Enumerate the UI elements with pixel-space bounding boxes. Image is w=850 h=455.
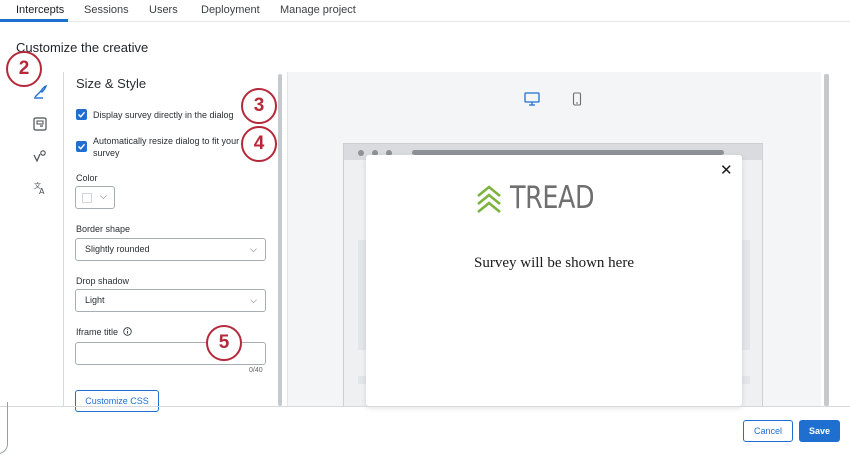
step-marker-4: 4: [241, 126, 277, 162]
iframe-title-label-text: Iframe title: [76, 327, 119, 337]
window-dot: [358, 150, 364, 156]
cancel-button[interactable]: Cancel: [743, 420, 793, 442]
chevron-down-icon: ⌵: [100, 191, 107, 201]
panel-scrollbar[interactable]: [278, 74, 282, 406]
step-marker-2: 2: [6, 51, 42, 87]
survey-dialog: ✕ TREAD Survey will be shown here: [366, 155, 742, 406]
step-marker-3: 3: [241, 88, 277, 124]
tab-users[interactable]: Users: [149, 4, 178, 16]
paintbrush-icon[interactable]: [30, 82, 50, 102]
tab-intercepts[interactable]: Intercepts: [16, 4, 64, 16]
drop-shadow-select[interactable]: Light ⌵: [75, 289, 266, 312]
placeholder-block: [358, 240, 366, 350]
display-in-dialog-label: Display survey directly in the dialog: [93, 110, 234, 120]
panel-title: Size & Style: [76, 76, 147, 91]
drop-shadow-label: Drop shadow: [76, 276, 130, 286]
mobile-icon[interactable]: [572, 92, 582, 111]
save-button[interactable]: Save: [799, 420, 840, 442]
translate-icon[interactable]: 文A: [30, 178, 50, 198]
svg-text:A: A: [39, 187, 45, 196]
tab-manage-project[interactable]: Manage project: [280, 4, 356, 16]
color-label: Color: [76, 173, 98, 183]
page-title: Customize the creative: [16, 40, 149, 55]
tab-sessions[interactable]: Sessions: [84, 4, 129, 16]
tab-deployment[interactable]: Deployment: [201, 4, 260, 16]
iframe-title-label: Iframe title: [76, 327, 132, 337]
logo-text: TREAD: [510, 180, 595, 216]
step-marker-5: 5: [206, 325, 242, 361]
border-shape-label: Border shape: [76, 224, 131, 234]
character-counter: 0/40: [249, 367, 263, 374]
auto-resize-label: Automatically resize dialog to fit your …: [93, 136, 240, 158]
customize-css-button[interactable]: Customize CSS: [75, 390, 159, 412]
info-icon[interactable]: [122, 327, 132, 336]
placeholder-block: [742, 240, 750, 350]
survey-placeholder-text: Survey will be shown here: [474, 255, 634, 271]
border-shape-select[interactable]: Slightly rounded ⌵: [75, 238, 266, 261]
variable-icon[interactable]: [30, 146, 50, 166]
auto-resize-checkbox[interactable]: [76, 141, 87, 152]
chevron-down-icon: ⌵: [250, 244, 257, 254]
close-icon[interactable]: ✕: [720, 161, 733, 179]
image-layout-icon[interactable]: [30, 114, 50, 134]
color-picker-button[interactable]: ⌵: [75, 186, 115, 209]
active-tab-indicator: [0, 19, 68, 22]
top-tab-bar: Intercepts Sessions Users Deployment Man…: [0, 0, 850, 22]
preview-scrollbar[interactable]: [824, 74, 829, 406]
drop-shadow-value: Light: [85, 295, 105, 305]
color-swatch: [82, 193, 92, 203]
window-corner: [0, 402, 8, 454]
border-shape-value: Slightly rounded: [85, 244, 150, 254]
chevron-up-icon: [477, 185, 501, 214]
display-in-dialog-checkbox[interactable]: [76, 109, 87, 120]
desktop-icon[interactable]: [524, 92, 540, 111]
footer-divider: [0, 406, 850, 407]
chevron-down-icon: ⌵: [250, 295, 257, 305]
